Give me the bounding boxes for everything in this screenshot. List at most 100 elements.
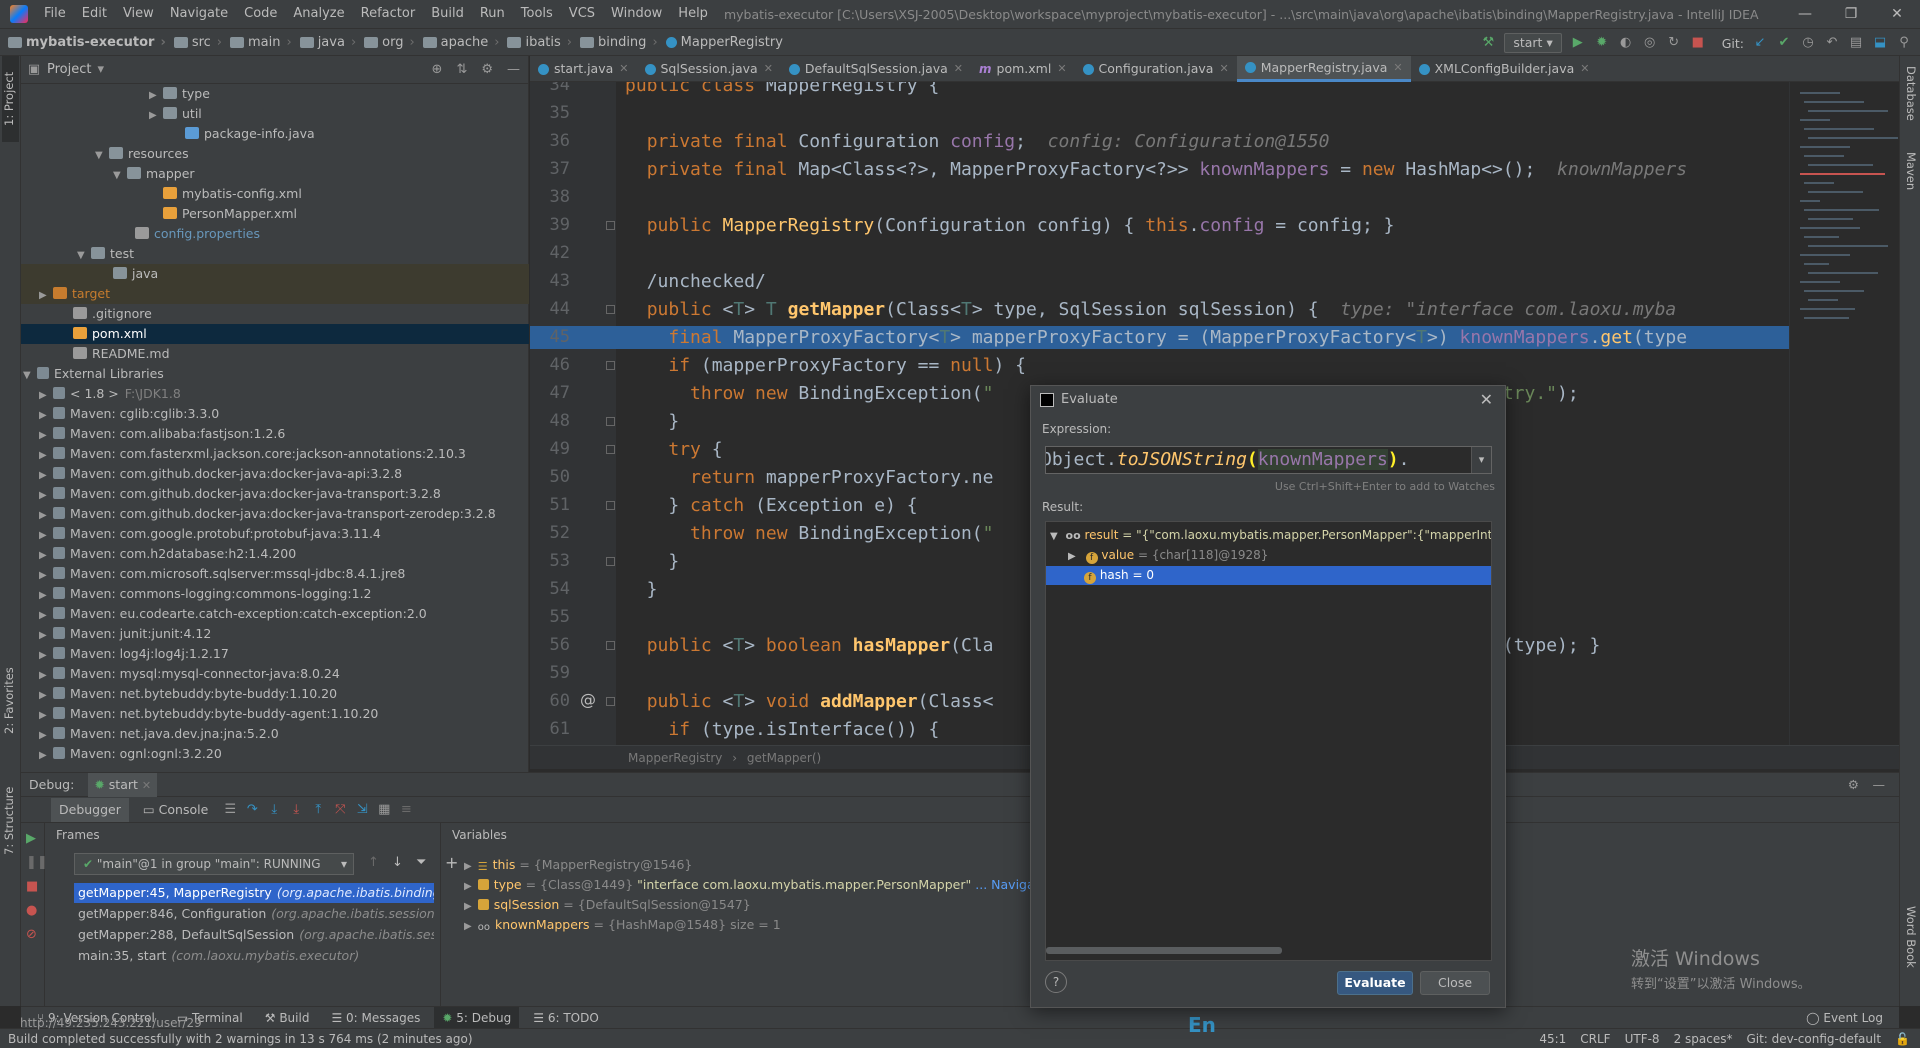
frame-row[interactable]: getMapper:288, DefaultSqlSession (org.apa… (74, 925, 434, 945)
breadcrumb-binding[interactable]: binding › (576, 35, 662, 50)
chevron-right-icon[interactable]: ▶ (39, 626, 53, 646)
force-step-into-icon[interactable]: ⤓ (288, 802, 304, 818)
chevron-right-icon[interactable]: ▶ (39, 646, 53, 666)
tool-tab-project[interactable]: 1: Project (2, 56, 19, 142)
file-encoding[interactable]: UTF-8 (1625, 1029, 1660, 1048)
trace-icon[interactable]: ≡ (398, 802, 414, 818)
tree-item[interactable]: ▶ Maven: com.fasterxml.jackson.core:jacks… (21, 444, 529, 464)
chevron-right-icon[interactable]: ▶ (39, 406, 53, 426)
code-line[interactable]: 43 /unchecked/ (530, 270, 1899, 293)
hide-icon[interactable]: — (507, 62, 520, 77)
chevron-right-icon[interactable]: ▶ (464, 881, 472, 892)
tab-debugger[interactable]: Debugger (51, 797, 129, 822)
tree-item[interactable]: ▶ Maven: com.microsoft.sqlserver:mssql-jd… (21, 564, 529, 584)
tree-item[interactable]: ▶ util (21, 104, 529, 124)
editor-tab[interactable]: SqlSession.java ✕ (637, 56, 781, 82)
breadcrumb-ibatis[interactable]: ibatis › (503, 35, 576, 50)
horizontal-scrollbar[interactable] (1046, 947, 1282, 954)
result-row[interactable]: ▼ oo result = "{"com.laoxu.mybatis.mappe… (1046, 526, 1491, 545)
chevron-down-icon[interactable]: ▾ (1471, 447, 1491, 473)
menu-run[interactable]: Run (472, 0, 513, 28)
arrow-up-icon[interactable]: ↑ (368, 855, 379, 870)
menu-navigate[interactable]: Navigate (162, 0, 236, 28)
tree-item[interactable]: ▶ Maven: com.google.protobuf:protobuf-jav… (21, 524, 529, 544)
history-icon[interactable]: ◷ (1800, 35, 1816, 51)
close-window-button[interactable]: ✕ (1874, 0, 1920, 28)
evaluate-button[interactable]: Evaluate (1337, 971, 1413, 995)
tree-item[interactable]: ▼ mapper (21, 164, 529, 184)
breadcrumb-method[interactable]: getMapper() (747, 751, 821, 765)
git-branch[interactable]: Git: dev-config-default (1746, 1029, 1881, 1048)
chevron-down-icon[interactable]: ▼ (113, 166, 127, 186)
close-icon[interactable]: ✕ (954, 56, 963, 82)
variable-row[interactable]: ▶ type = {Class@1449} "interface com.laox… (464, 875, 1047, 895)
arrow-down-icon[interactable]: ↓ (392, 855, 403, 870)
editor-tab[interactable]: DefaultSqlSession.java ✕ (781, 56, 971, 82)
code-line[interactable]: 38 (530, 186, 1899, 209)
chevron-right-icon[interactable]: ▶ (464, 901, 472, 912)
ime-indicator[interactable]: En (1188, 1015, 1216, 1035)
execution-line[interactable]: 45 final MapperProxyFactory<T> mapperPro… (530, 326, 1899, 349)
menu-icon[interactable]: ☰ (222, 802, 238, 818)
chevron-right-icon[interactable]: ▶ (39, 286, 53, 306)
tree-item[interactable]: ▶ Maven: com.github.docker-java:docker-ja… (21, 484, 529, 504)
tree-item[interactable]: ▶ Maven: com.github.docker-java:docker-ja… (21, 504, 529, 524)
close-icon[interactable]: ✕ (1580, 56, 1589, 82)
minimize-button[interactable]: — (1782, 0, 1828, 28)
variable-row[interactable]: ▶ oo knownMappers = {HashMap@1548} size = … (464, 915, 781, 935)
close-icon[interactable]: ✕ (764, 56, 773, 82)
tab-debug[interactable]: ✹ 5: Debug (434, 1006, 520, 1029)
tree-item[interactable]: ▶ Maven: log4j:log4j:1.2.17 (21, 644, 529, 664)
step-out-icon[interactable]: ⤒ (310, 802, 326, 818)
add-watch-icon[interactable]: + (445, 853, 458, 872)
indent-setting[interactable]: 2 spaces* (1674, 1029, 1733, 1048)
tool-tab-structure[interactable]: 7: Structure (2, 776, 19, 866)
close-icon[interactable]: ✕ (619, 56, 628, 82)
code-line[interactable]: 34 public class MapperRegistry { (530, 82, 1899, 97)
run-config-select[interactable]: start ▾ (1504, 33, 1562, 53)
code-line[interactable]: 44 public <T> T getMapper(Class<T> type,… (530, 298, 1899, 321)
step-into-icon[interactable]: ⤓ (266, 802, 282, 818)
git-commit-icon[interactable]: ✔ (1776, 35, 1792, 51)
breadcrumb-apache[interactable]: apache › (419, 35, 504, 50)
chevron-right-icon[interactable]: ▶ (39, 586, 53, 606)
run-icon[interactable]: ▶ (1570, 35, 1586, 51)
line-separator[interactable]: CRLF (1580, 1029, 1610, 1048)
stop-icon[interactable]: ■ (1690, 35, 1706, 51)
tree-item[interactable]: config.properties (21, 224, 529, 244)
tree-item[interactable]: ▼ External Libraries (21, 364, 529, 384)
tree-item[interactable]: ▶ Maven: junit:junit:4.12 (21, 624, 529, 644)
tree-item[interactable]: README.md (21, 344, 529, 364)
code-line[interactable]: 35 (530, 102, 1899, 125)
breadcrumb-main[interactable]: main › (226, 35, 296, 50)
tree-item[interactable]: ▶ Maven: net.bytebuddy:byte-buddy:1.10.20 (21, 684, 529, 704)
tree-item[interactable]: ▶ Maven: mysql:mysql-connector-java:8.0.2… (21, 664, 529, 684)
tab-messages[interactable]: ☰ 0: Messages (323, 1007, 428, 1029)
chevron-right-icon[interactable]: ▶ (149, 86, 163, 106)
tab-event-log[interactable]: ◯ Event Log (1798, 1007, 1891, 1029)
menu-refactor[interactable]: Refactor (353, 0, 424, 28)
breadcrumb-project[interactable]: mybatis-executor › (0, 35, 170, 50)
tab-build[interactable]: ⚒ Build (257, 1007, 318, 1029)
variable-row[interactable]: ▶ ☰ this = {MapperRegistry@1546} (464, 855, 692, 875)
restore-button[interactable]: ❐ (1828, 0, 1874, 28)
chevron-down-icon[interactable]: ▼ (23, 366, 37, 386)
tool-tab-favorites[interactable]: 2: Favorites (2, 656, 19, 746)
chevron-down-icon[interactable]: ▾ (97, 62, 104, 77)
tab-todo[interactable]: ☰ 6: TODO (525, 1007, 607, 1029)
editor-tab[interactable]: MapperRegistry.java ✕ (1236, 55, 1411, 82)
chevron-right-icon[interactable]: ▶ (39, 466, 53, 486)
tree-item[interactable]: mybatis-config.xml (21, 184, 529, 204)
menu-vcs[interactable]: VCS (561, 0, 603, 28)
close-icon[interactable]: ✕ (1057, 56, 1066, 82)
menu-code[interactable]: Code (236, 0, 285, 28)
filter-icon[interactable]: ⏷ (416, 855, 426, 870)
tool-tab-maven[interactable]: Maven (1901, 152, 1918, 212)
chevron-down-icon[interactable]: ▼ (77, 246, 91, 266)
project-title[interactable]: Project (47, 62, 91, 77)
step-over-icon[interactable]: ↷ (244, 802, 260, 818)
close-icon[interactable]: ✕ (1393, 55, 1402, 81)
debug-session-tab[interactable]: ✹ start ✕ (88, 772, 158, 797)
tree-item[interactable]: ▶ type (21, 84, 529, 104)
coverage-icon[interactable]: ◐ (1618, 35, 1634, 51)
